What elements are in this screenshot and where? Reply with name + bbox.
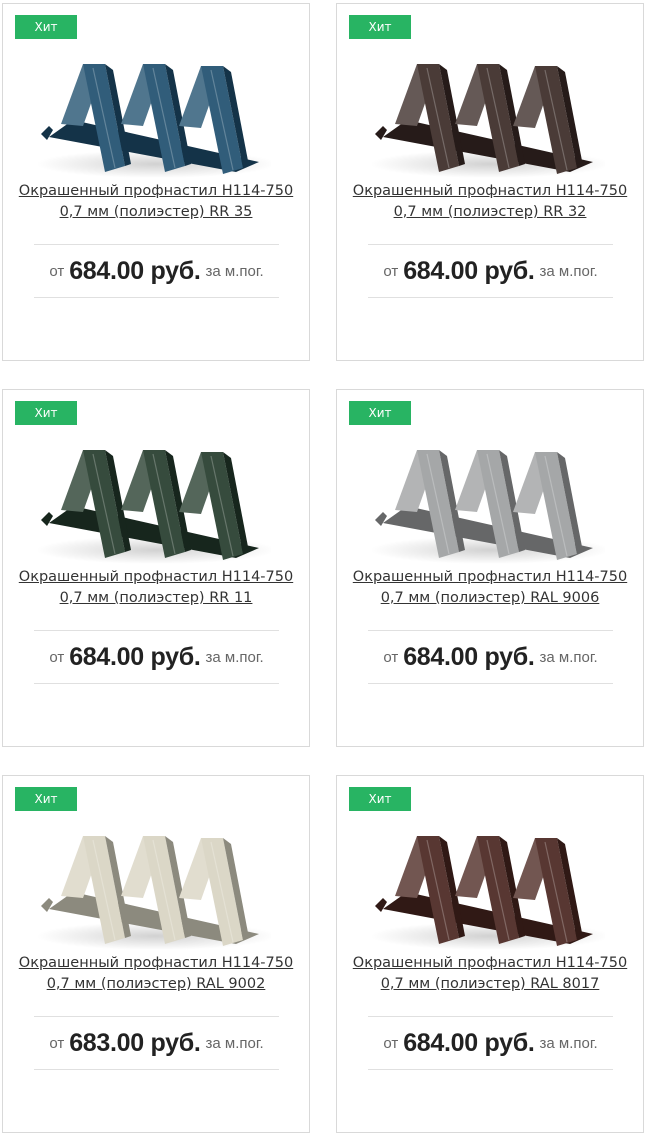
price-block: от 684.00 руб. за м.пог. [34,244,279,298]
product-image-grey-white[interactable] [31,816,276,956]
price-value: 684.00 руб. [403,642,535,671]
hit-badge: Хит [15,15,77,39]
price-unit: за м.пог. [539,262,598,280]
price-unit: за м.пог. [205,648,264,666]
hit-badge: Хит [15,787,77,811]
product-card[interactable]: Хит Окрашенный профнастил Н114-750 0,7 м… [336,775,644,1133]
product-title-link[interactable]: Окрашенный профнастил Н114-750 0,7 мм (п… [345,567,635,609]
product-image-silver[interactable] [365,430,610,570]
price-unit: за м.пог. [539,1034,598,1052]
product-image-blue[interactable] [31,44,276,184]
price-prefix: от [383,262,399,280]
price-value: 683.00 руб. [69,1028,201,1057]
price-value: 684.00 руб. [69,256,201,285]
price-prefix: от [49,648,65,666]
price-prefix: от [383,1034,399,1052]
product-title-link[interactable]: Окрашенный профнастил Н114-750 0,7 мм (п… [11,567,301,609]
hit-badge: Хит [15,401,77,425]
price-block: от 684.00 руб. за м.пог. [368,630,613,684]
price-prefix: от [49,262,65,280]
hit-badge: Хит [349,15,411,39]
product-card[interactable]: Хит Окрашенный профнастил Н114-750 0,7 м… [2,389,310,747]
price-block: от 684.00 руб. за м.пог. [368,244,613,298]
product-card[interactable]: Хит Окрашенный профнастил Н114-750 0,7 м… [2,3,310,361]
price-prefix: от [49,1034,65,1052]
price-unit: за м.пог. [205,262,264,280]
price-block: от 684.00 руб. за м.пог. [368,1016,613,1070]
product-image-dark-green[interactable] [31,430,276,570]
product-title-link[interactable]: Окрашенный профнастил Н114-750 0,7 мм (п… [345,181,635,223]
price-block: от 683.00 руб. за м.пог. [34,1016,279,1070]
product-card[interactable]: Хит Окрашенный профнастил Н114-750 0,7 м… [336,389,644,747]
product-title-link[interactable]: Окрашенный профнастил Н114-750 0,7 мм (п… [345,953,635,995]
hit-badge: Хит [349,787,411,811]
price-block: от 684.00 руб. за м.пог. [34,630,279,684]
price-unit: за м.пог. [205,1034,264,1052]
product-title-link[interactable]: Окрашенный профнастил Н114-750 0,7 мм (п… [11,953,301,995]
price-prefix: от [383,648,399,666]
hit-badge: Хит [349,401,411,425]
product-title-link[interactable]: Окрашенный профнастил Н114-750 0,7 мм (п… [11,181,301,223]
price-unit: за м.пог. [539,648,598,666]
product-card[interactable]: Хит Окрашенный профнастил Н114-750 0,7 м… [2,775,310,1133]
product-card[interactable]: Хит Окрашенный профнастил Н114-750 0,7 м… [336,3,644,361]
product-image-dark-brown[interactable] [365,44,610,184]
product-image-chocolate-brown[interactable] [365,816,610,956]
price-value: 684.00 руб. [403,1028,535,1057]
price-value: 684.00 руб. [403,256,535,285]
price-value: 684.00 руб. [69,642,201,671]
